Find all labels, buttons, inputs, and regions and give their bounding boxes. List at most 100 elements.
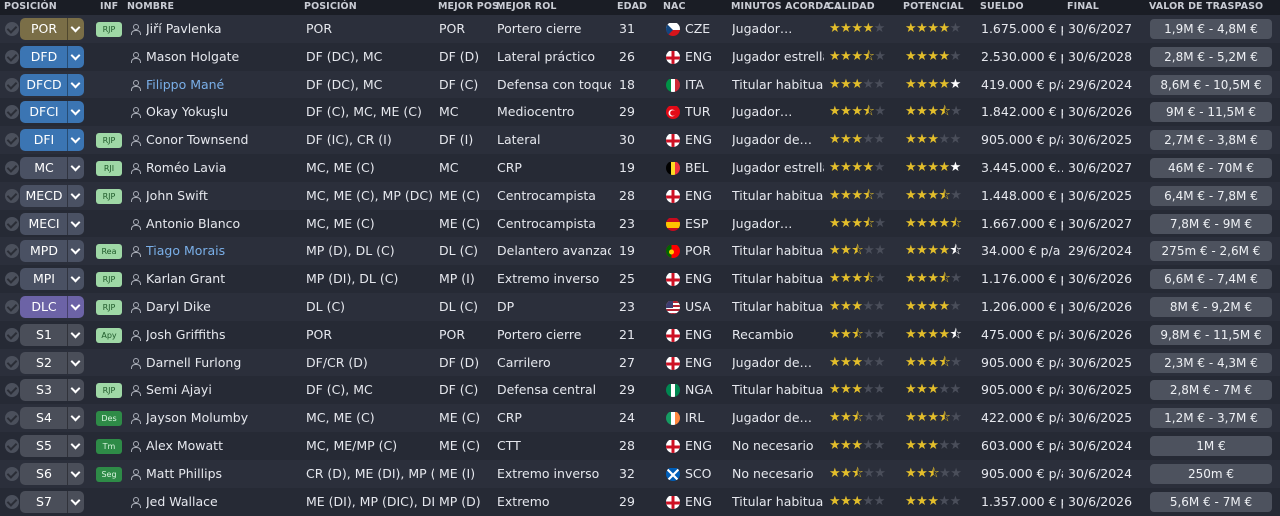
player-name[interactable]: Jayson Molumby [146,404,296,432]
chevron-down-icon[interactable] [67,101,84,124]
transfer-value[interactable]: 1M € [1150,436,1272,456]
player-name[interactable]: Karlan Grant [146,265,296,293]
position-selector[interactable]: DFCD [20,73,84,96]
chevron-down-icon[interactable] [67,435,84,457]
chevron-down-icon[interactable] [67,296,84,318]
table-row[interactable]: DFD Mason Holgate DF (DC), MC DF (D) Lateral… [0,42,1280,71]
col-potencial[interactable]: POTENCIAL [903,1,964,12]
chevron-down-icon[interactable] [67,323,84,346]
select-checkbox[interactable] [5,105,19,120]
transfer-value[interactable]: 2,7M € - 3,8M € [1150,130,1272,151]
select-checkbox[interactable] [5,327,19,342]
transfer-value[interactable]: 46M € - 70M € [1150,158,1272,178]
table-row[interactable]: MPI RJP Karlan Grant MP (DI), DL (C) MP (I) E… [0,265,1280,294]
position-selector[interactable]: DLC [20,296,84,318]
transfer-value[interactable]: 275m € - 2,6M € [1150,241,1272,262]
table-row[interactable]: MC RJI Roméo Lavia MC, ME (C) MC CRP 19 BEL Juga… [0,154,1280,182]
select-checkbox[interactable] [5,383,19,398]
chevron-down-icon[interactable] [67,351,84,374]
chevron-down-icon[interactable] [67,379,84,402]
col-mejor-rol[interactable]: MEJOR ROL [496,1,557,12]
player-name[interactable]: Antonio Blanco [146,210,296,238]
position-selector[interactable]: S2 [20,351,84,374]
player-name[interactable]: Alex Mowatt [146,432,296,460]
position-selector[interactable]: DFCI [20,101,84,124]
table-row[interactable]: S1 Apy Josh Griffiths POR POR Portero cierre 2… [0,320,1280,349]
chevron-down-icon[interactable] [67,407,84,430]
select-checkbox[interactable] [5,411,19,426]
select-checkbox[interactable] [5,355,19,370]
transfer-value[interactable]: 6,4M € - 7,8M € [1150,185,1272,206]
chevron-down-icon[interactable] [67,45,84,68]
position-selector[interactable]: S7 [20,490,84,513]
table-row[interactable]: DFCI Okay Yokuşlu DF (C), MC, ME (C) MC Medi… [0,98,1280,127]
position-selector[interactable]: DFI [20,129,84,152]
position-selector[interactable]: MECI [20,212,84,235]
select-checkbox[interactable] [5,77,19,92]
table-row[interactable]: MECI Antonio Blanco MC, ME (C) ME (C) Centro… [0,209,1280,238]
chevron-down-icon[interactable] [67,462,84,485]
chevron-down-icon[interactable] [67,73,84,96]
table-row[interactable]: S7 Jed Wallace ME (DI), MP (DIC), DL (… MP … [0,487,1280,516]
player-name[interactable]: Mason Holgate [146,43,296,71]
transfer-value[interactable]: 250m € [1150,463,1272,484]
select-checkbox[interactable] [5,244,19,259]
col-nac[interactable]: NAC [663,1,686,12]
col-mejor-pos[interactable]: MEJOR POS. [438,1,503,12]
col-calidad[interactable]: CALIDAD [827,1,875,12]
transfer-value[interactable]: 9,8M € - 11,5M € [1150,324,1272,345]
col-edad[interactable]: EDAD [617,1,647,12]
transfer-value[interactable]: 1,2M € - 3,7M € [1150,408,1272,429]
player-name[interactable]: Daryl Dike [146,293,296,321]
chevron-down-icon[interactable] [67,240,84,263]
player-name[interactable]: Tiago Morais [146,237,296,265]
select-checkbox[interactable] [5,161,19,175]
select-checkbox[interactable] [5,216,19,231]
col-posicion-2[interactable]: POSICIÓN [304,1,357,12]
transfer-value[interactable]: 9M € - 11,5M € [1150,102,1272,123]
select-checkbox[interactable] [5,188,19,203]
transfer-value[interactable]: 8M € - 9,2M € [1150,297,1272,317]
table-row[interactable]: S5 Tm Alex Mowatt MC, ME/MP (C) ME (C) CTT 28 E… [0,432,1280,460]
player-name[interactable]: Roméo Lavia [146,154,296,182]
player-name[interactable]: Jed Wallace [146,488,296,516]
transfer-value[interactable]: 6,6M € - 7,4M € [1150,269,1272,290]
position-selector[interactable]: S1 [20,323,84,346]
chevron-down-icon[interactable] [67,157,84,179]
select-checkbox[interactable] [5,439,19,453]
table-row[interactable]: MECD RJP John Swift MC, ME (C), MP (DC) ME (… [0,181,1280,210]
chevron-down-icon[interactable] [67,18,84,40]
col-final[interactable]: FINAL [1067,1,1099,12]
transfer-value[interactable]: 2,8M € - 7M € [1150,380,1272,401]
position-selector[interactable]: POR [20,18,84,40]
position-selector[interactable]: MECD [20,184,84,207]
chevron-down-icon[interactable] [67,212,84,235]
col-minutos[interactable]: MINUTOS ACORDA… [731,1,840,12]
select-checkbox[interactable] [5,466,19,481]
player-name[interactable]: Matt Phillips [146,460,296,488]
select-checkbox[interactable] [5,272,19,287]
table-row[interactable]: S3 RJP Semi Ajayi DF (C), MC DF (C) Defensa c… [0,376,1280,405]
transfer-value[interactable]: 1,9M € - 4,8M € [1150,19,1272,39]
table-row[interactable]: DFCD Filippo Mané DF (DC), MC DF (C) Defensa… [0,70,1280,99]
table-row[interactable]: S2 Darnell Furlong DF/CR (D) DF (D) Carriler… [0,348,1280,377]
col-sueldo[interactable]: SUELDO [980,1,1024,12]
chevron-down-icon[interactable] [67,184,84,207]
transfer-value[interactable]: 7,8M € - 9M € [1150,213,1272,234]
transfer-value[interactable]: 2,3M € - 4,3M € [1150,352,1272,373]
player-name[interactable]: John Swift [146,182,296,210]
table-row[interactable]: POR RJP Jiří Pavlenka POR POR Portero cierre 3… [0,15,1280,43]
col-valor-traspaso[interactable]: VALOR DE TRASPASO [1149,1,1263,12]
table-row[interactable]: S6 Seg Matt Phillips CR (D), ME (DI), MP (D… [0,459,1280,488]
position-selector[interactable]: MC [20,157,84,179]
player-name[interactable]: Okay Yokuşlu [146,98,296,126]
select-checkbox[interactable] [5,494,19,509]
table-row[interactable]: S4 Des Jayson Molumby MC, ME (C) ME (C) CRP 24… [0,404,1280,433]
select-checkbox[interactable] [5,133,19,148]
transfer-value[interactable]: 8,6M € - 10,5M € [1150,74,1272,95]
transfer-value[interactable]: 2,8M € - 5,2M € [1150,46,1272,67]
select-checkbox[interactable] [5,49,19,64]
chevron-down-icon[interactable] [67,129,84,152]
position-selector[interactable]: MPI [20,268,84,291]
position-selector[interactable]: S6 [20,462,84,485]
